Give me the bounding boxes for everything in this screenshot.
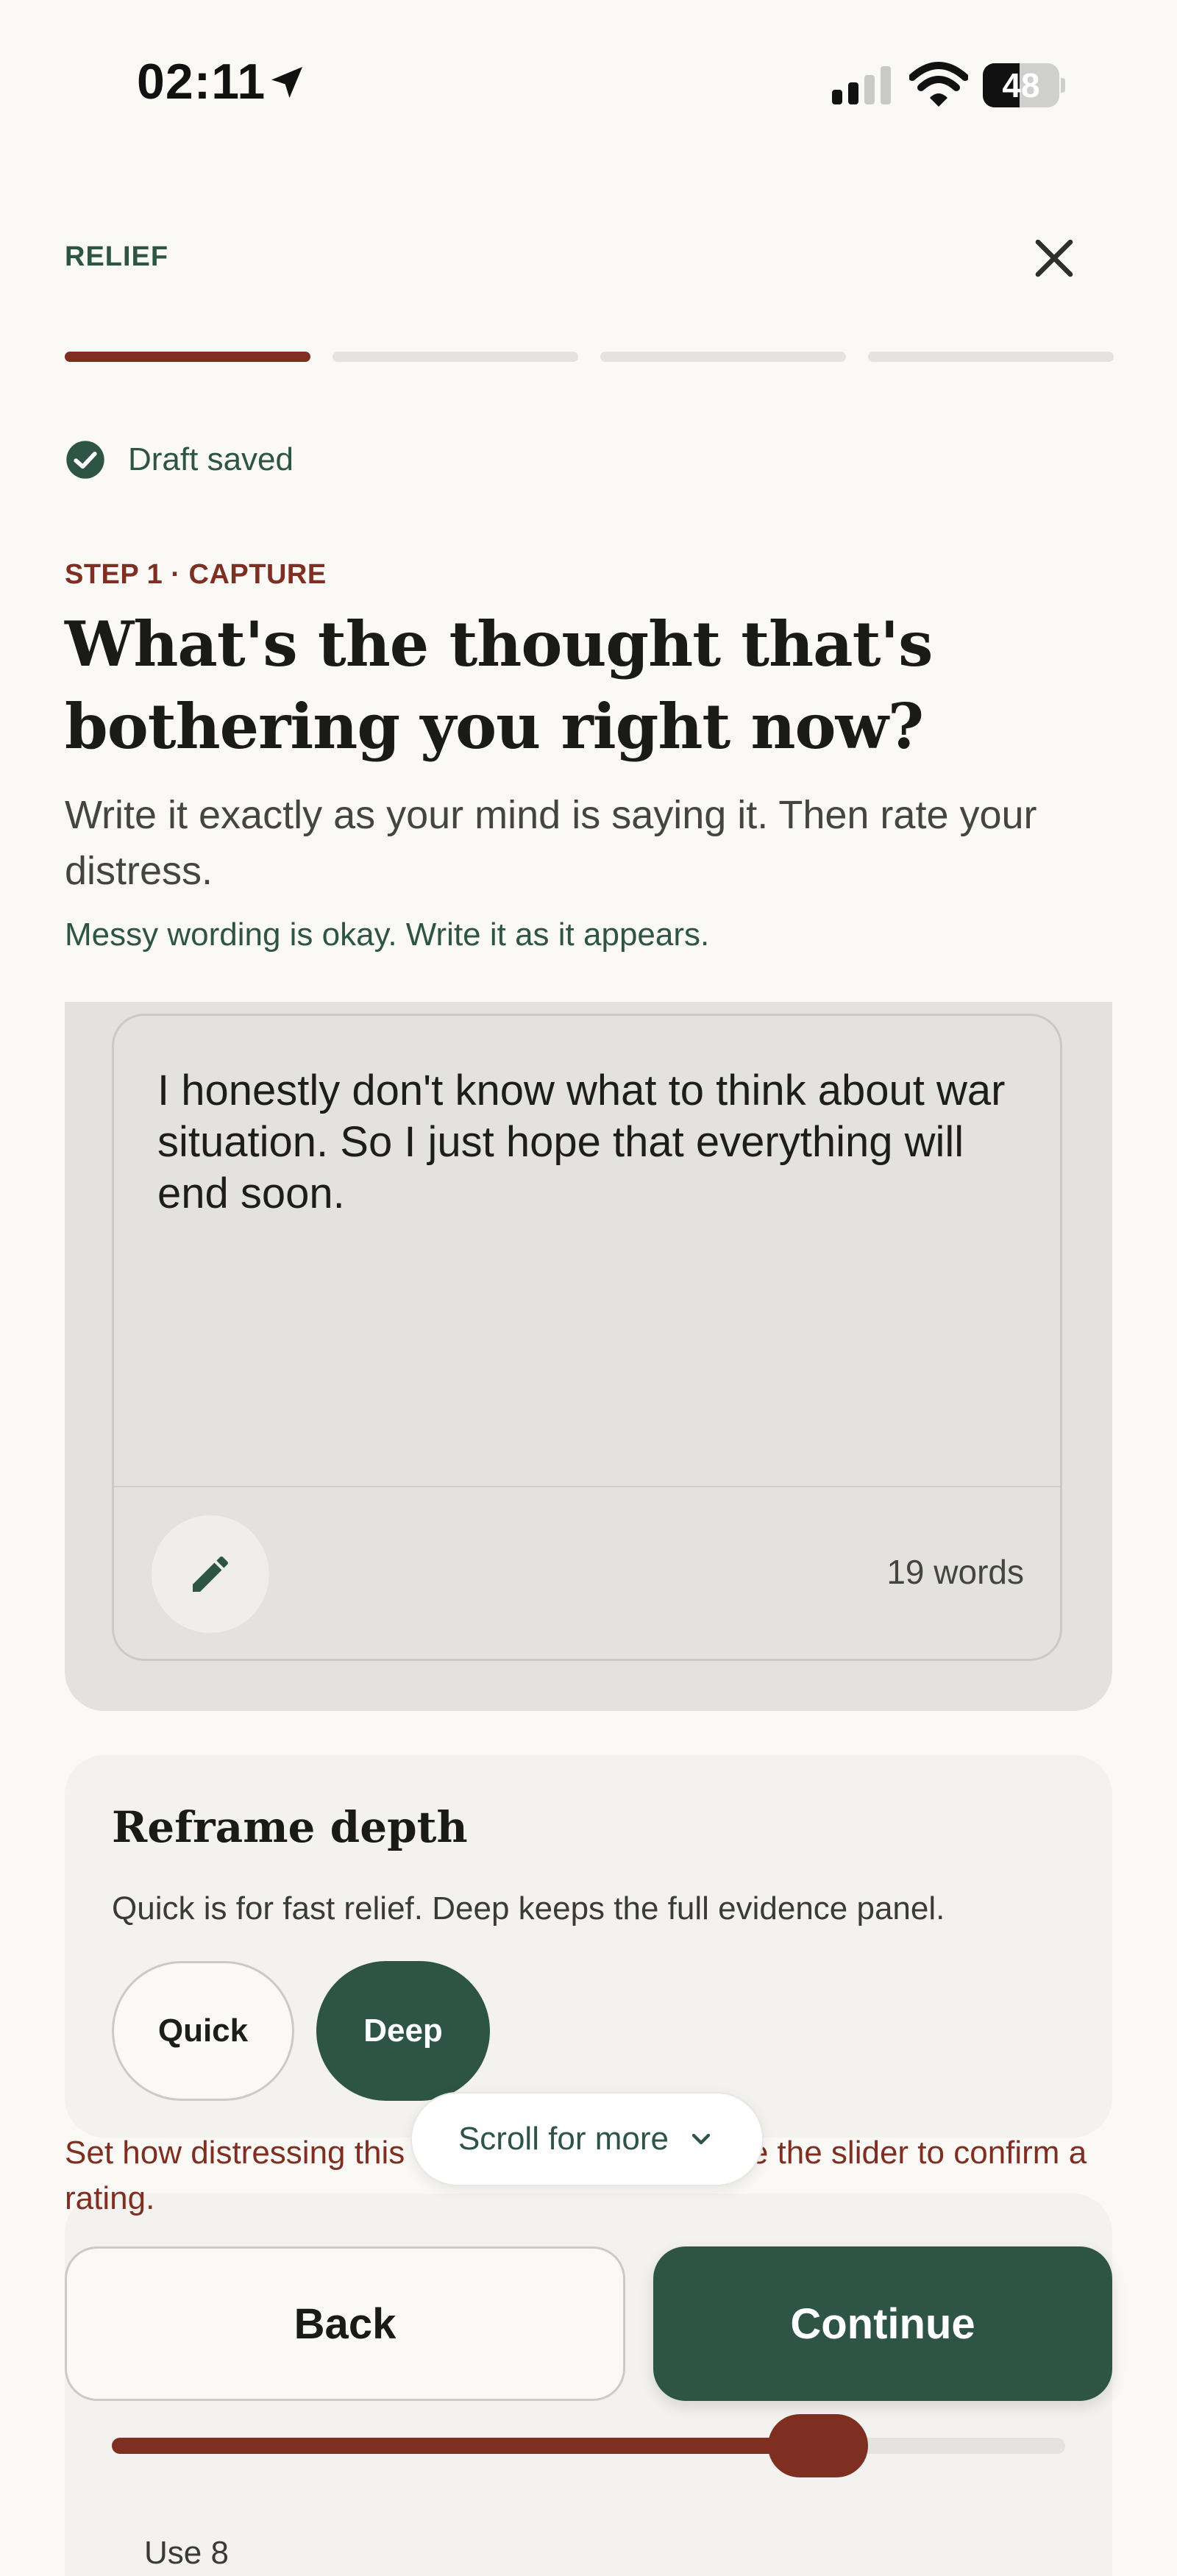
slider-thumb[interactable] bbox=[768, 2414, 868, 2477]
thought-text[interactable]: I honestly don't know what to think abou… bbox=[157, 1065, 1025, 1220]
status-time: 02:11 bbox=[137, 54, 266, 110]
battery-level: 48 bbox=[1002, 66, 1040, 104]
slider-fill bbox=[112, 2438, 827, 2454]
progress-segment-3 bbox=[600, 352, 846, 362]
word-count: 19 words bbox=[886, 1553, 1024, 1591]
edit-button[interactable] bbox=[152, 1515, 269, 1633]
divider bbox=[114, 1486, 1060, 1487]
progress-segment-4 bbox=[868, 352, 1114, 362]
progress-segment-2 bbox=[333, 352, 578, 362]
step-label: STEP 1 · CAPTURE bbox=[65, 559, 327, 590]
writing-hint: Messy wording is okay. Write it as it ap… bbox=[65, 917, 710, 953]
scroll-hint-label: Scroll for more bbox=[458, 2121, 669, 2157]
continue-button[interactable]: Continue bbox=[653, 2246, 1112, 2401]
page-subtitle: Write it exactly as your mind is saying … bbox=[65, 793, 1037, 893]
draft-status-text: Draft saved bbox=[128, 441, 294, 477]
battery-icon: 48 bbox=[983, 63, 1065, 107]
check-circle-icon bbox=[66, 441, 104, 479]
reframe-title: Reframe depth bbox=[112, 1802, 468, 1852]
location-arrow-icon bbox=[271, 67, 302, 98]
pencil-icon bbox=[193, 1556, 228, 1592]
deep-option-button[interactable]: Deep bbox=[316, 1961, 490, 2101]
signal-icon bbox=[832, 66, 891, 104]
page-title: What's the thought that's bothering you … bbox=[65, 608, 933, 763]
close-icon[interactable] bbox=[1030, 234, 1078, 282]
slider-caption: Use 8 bbox=[144, 2535, 229, 2571]
scroll-for-more-button[interactable]: Scroll for more bbox=[410, 2092, 764, 2186]
progress-segment-1 bbox=[65, 352, 310, 362]
chevron-down-icon bbox=[691, 2133, 711, 2145]
back-button[interactable]: Back bbox=[65, 2246, 625, 2401]
reframe-description: Quick is for fast relief. Deep keeps the… bbox=[112, 1890, 945, 1926]
app-brand: RELIEF bbox=[65, 241, 169, 272]
draft-status: Draft saved bbox=[65, 438, 294, 481]
wifi-icon bbox=[909, 62, 968, 107]
quick-option-button[interactable]: Quick bbox=[112, 1961, 294, 2101]
